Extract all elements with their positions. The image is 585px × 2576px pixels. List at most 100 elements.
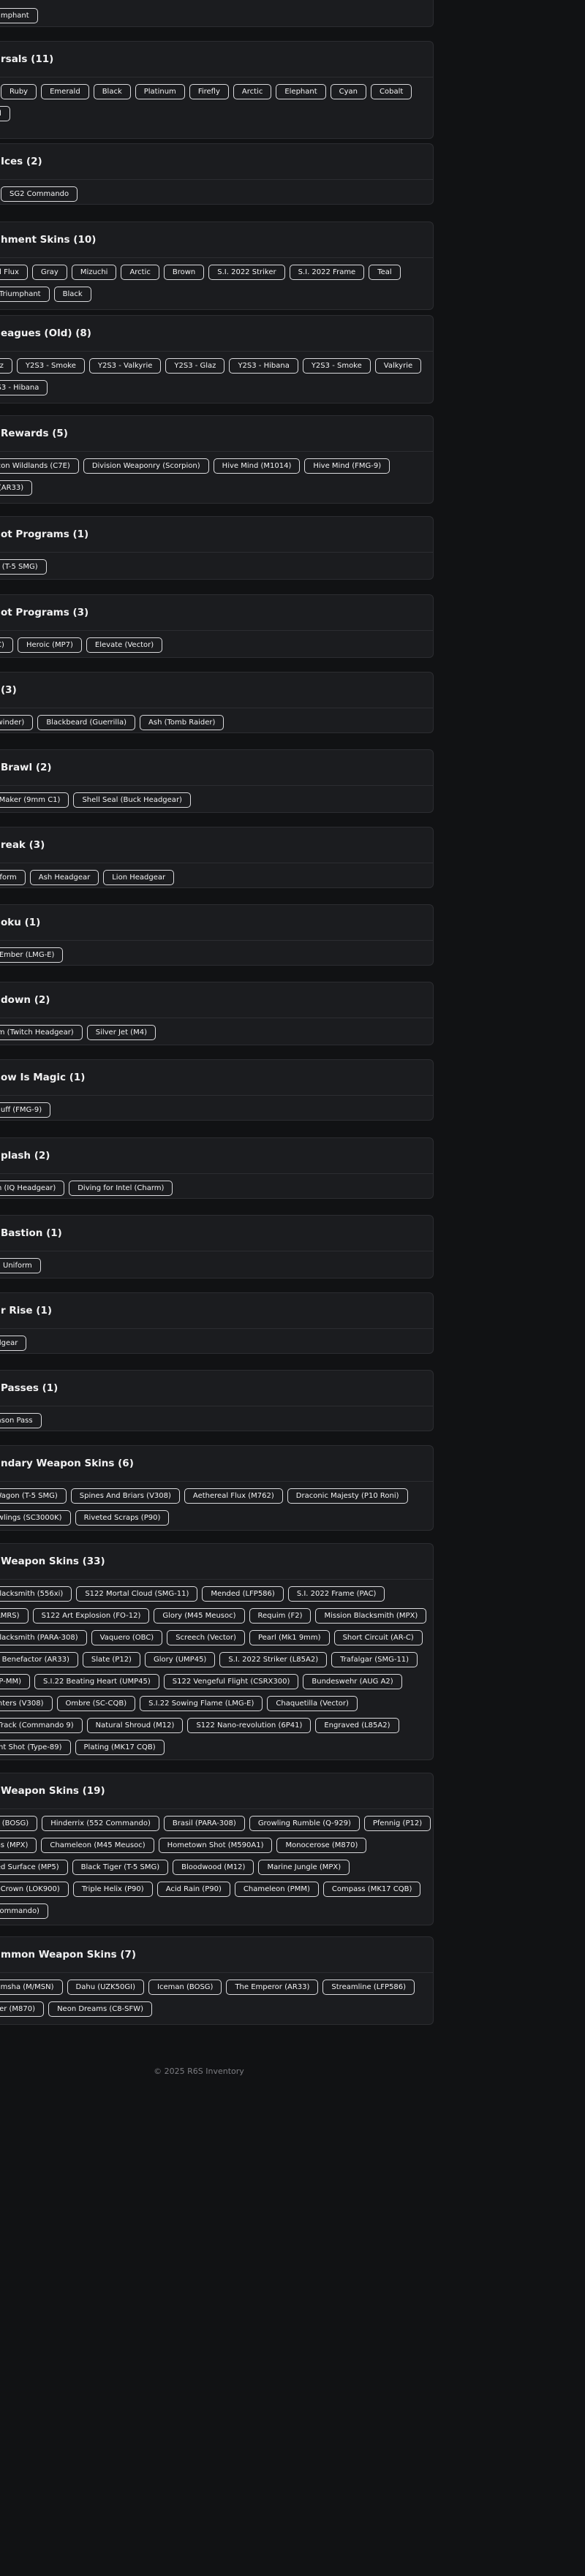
item-chip[interactable]: Chameleon (PMM) (234, 1882, 319, 1897)
item-chip[interactable]: SG2 Commando (1, 186, 78, 202)
item-chip[interactable]: ent Benefactor (AR33) (0, 1652, 78, 1667)
item-chip[interactable]: Teal (369, 265, 401, 280)
item-chip[interactable]: Uniform (0, 870, 26, 885)
item-chip[interactable]: Chameleon (M45 Meusoc) (41, 1838, 154, 1853)
item-chip[interactable]: The Emperor (AR33) (226, 1980, 319, 1995)
item-chip[interactable]: Ruby (1, 84, 37, 99)
item-chip[interactable]: Ash (Tomb Raider) (140, 715, 224, 730)
item-chip[interactable]: Spines And Briars (V308) (70, 1488, 180, 1504)
item-chip[interactable]: Brim (Twitch Headgear) (0, 1025, 83, 1040)
item-chip[interactable]: Cyan (330, 84, 367, 99)
item-chip[interactable]: S.I. 2022 Striker (208, 265, 285, 280)
item-chip[interactable]: Natural Shroud (M12) (86, 1718, 184, 1733)
item-chip[interactable]: Recon Wildlands (C7E) (0, 458, 79, 474)
item-chip[interactable]: lla (AR33) (0, 480, 33, 496)
item-chip[interactable]: S.I.22 Sowing Flame (LMG-E) (140, 1696, 263, 1711)
item-chip[interactable]: Black (53, 287, 91, 302)
item-chip[interactable]: S122 Mortal Cloud (SMG-11) (76, 1586, 198, 1602)
item-chip[interactable]: Engraved (L85A2) (315, 1718, 399, 1733)
item-chip[interactable]: PAC) (0, 637, 13, 653)
item-chip[interactable]: thyl (0, 106, 10, 121)
item-chip[interactable]: S.I. 2022 Frame (PAC) (287, 1586, 385, 1602)
item-chip[interactable]: Arctic (121, 265, 159, 280)
item-chip[interactable]: ness (MPX) (0, 1838, 37, 1853)
item-chip[interactable]: Riveted Scraps (P90) (75, 1510, 170, 1526)
item-chip[interactable]: Brown (163, 265, 205, 280)
item-chip[interactable]: Shell Seal (Buck Headgear) (73, 792, 191, 808)
item-chip[interactable]: Growling Rumble (Q-929) (249, 1816, 360, 1831)
item-chip[interactable]: Triumphant (0, 8, 38, 23)
item-chip[interactable]: Pearl (Mk1 9mm) (249, 1630, 330, 1645)
item-chip[interactable]: Diving for Intel (Charm) (69, 1181, 173, 1196)
item-chip[interactable]: Mizuchi (71, 265, 117, 280)
item-chip[interactable]: n Wagon (T-5 SMG) (0, 1488, 67, 1504)
item-chip[interactable]: Mission Blacksmith (MPX) (315, 1608, 427, 1624)
item-chip[interactable]: n Blacksmith (PARA-308) (0, 1630, 87, 1645)
item-chip[interactable]: Pfennig (P12) (363, 1816, 431, 1831)
item-chip[interactable]: Y2S3 - Hibana (229, 358, 298, 374)
item-chip[interactable]: Draconic Majesty (P10 Roni) (287, 1488, 408, 1504)
item-chip[interactable]: Y2S3 - Smoke (302, 358, 371, 374)
item-chip[interactable]: Plating (MK17 CQB) (75, 1740, 165, 1755)
item-chip[interactable]: Cobalt (371, 84, 412, 99)
item-chip[interactable]: ched Surface (MP5) (0, 1860, 68, 1875)
item-chip[interactable]: Hometown Shot (M590A1) (158, 1838, 273, 1853)
item-chip[interactable]: ejant Shot (Type-89) (0, 1740, 71, 1755)
item-chip[interactable]: Aethereal Flux (M762) (184, 1488, 283, 1504)
item-chip[interactable]: Hinderrix (552 Commando) (42, 1816, 159, 1831)
item-chip[interactable]: Glaz (0, 358, 12, 374)
item-chip[interactable]: Chaquetilla (Vector) (267, 1696, 358, 1711)
item-chip[interactable]: eadgear (0, 1336, 27, 1351)
item-chip[interactable]: dewinder) (0, 715, 34, 730)
item-chip[interactable]: Black (93, 84, 131, 99)
item-chip[interactable]: Iceman (BOSG) (148, 1980, 222, 1995)
item-chip[interactable]: Elephant (276, 84, 326, 99)
item-chip[interactable]: S122 Vengeful Flight (CSRX300) (163, 1674, 299, 1689)
item-chip[interactable]: Short Circuit (AR-C) (333, 1630, 423, 1645)
item-chip[interactable]: Black Tiger (T-5 SMG) (72, 1860, 169, 1875)
item-chip[interactable]: S.I.22 Beating Heart (UMP45) (34, 1674, 159, 1689)
item-chip[interactable]: n Blacksmith (556xi) (0, 1586, 72, 1602)
item-chip[interactable]: Valkyrie (374, 358, 422, 374)
item-chip[interactable]: Neon Dreams (C8-SFW) (48, 2001, 153, 2017)
item-chip[interactable]: Requim (F2) (249, 1608, 312, 1624)
item-chip[interactable]: Division Weaponry (Scorpion) (83, 458, 209, 474)
item-chip[interactable]: 2 Commando) (0, 1903, 48, 1919)
item-chip[interactable]: Lion Headgear (103, 870, 175, 885)
item-chip[interactable]: Marine Jungle (MPX) (258, 1860, 350, 1875)
item-chip[interactable]: Heroic (MP7) (17, 637, 82, 653)
item-chip[interactable]: Triple Helix (P90) (72, 1882, 153, 1897)
item-chip[interactable]: mber (M870) (0, 2001, 45, 2017)
item-chip[interactable]: e Fluff (FMG-9) (0, 1102, 51, 1118)
item-chip[interactable]: Compass (MK17 CQB) (322, 1882, 421, 1897)
item-chip[interactable]: rim (T-5 SMG) (0, 559, 47, 575)
item-chip[interactable]: lef Maker (9mm C1) (0, 792, 69, 808)
item-chip[interactable]: 22 Triumphant (0, 287, 50, 302)
item-chip[interactable]: aeli Uniform (0, 1258, 41, 1273)
item-chip[interactable]: Season Pass (0, 1413, 42, 1428)
item-chip[interactable]: ng Ember (LMG-E) (0, 947, 64, 963)
item-chip[interactable]: S122 Nano-revolution (6P41) (187, 1718, 312, 1733)
item-chip[interactable]: Hive Mind (M1014) (213, 458, 301, 474)
item-chip[interactable]: Trafalgar (SMG-11) (331, 1652, 418, 1667)
item-chip[interactable]: Y2S3 - Hibana (0, 380, 48, 395)
item-chip[interactable]: Brasil (PARA-308) (163, 1816, 245, 1831)
item-chip[interactable]: er Track (Commando 9) (0, 1718, 83, 1733)
item-chip[interactable]: Slate (P12) (82, 1652, 140, 1667)
item-chip[interactable]: Ombre (SC-CQB) (56, 1696, 136, 1711)
item-chip[interactable]: Y2S3 - Smoke (16, 358, 85, 374)
item-chip[interactable]: (CAMRS) (0, 1608, 29, 1624)
item-chip[interactable]: Acid Rain (P90) (156, 1882, 230, 1897)
item-chip[interactable]: Y2S3 - Glaz (165, 358, 225, 374)
item-chip[interactable]: S122 Art Explosion (FO-12) (32, 1608, 150, 1624)
item-chip[interactable]: Silver Jet (M4) (86, 1025, 156, 1040)
item-chip[interactable]: S.I. 2022 Frame (289, 265, 365, 280)
item-chip[interactable]: Glory (M45 Meusoc) (154, 1608, 245, 1624)
item-chip[interactable]: cal Crown (LOK900) (0, 1882, 69, 1897)
item-chip[interactable]: shamsha (M/MSN) (0, 1980, 63, 1995)
item-chip[interactable]: Vaquero (OBC) (91, 1630, 163, 1645)
item-chip[interactable]: Firefly (189, 84, 229, 99)
item-chip[interactable]: Emerald (41, 84, 89, 99)
item-chip[interactable]: Mended (LFP586) (202, 1586, 284, 1602)
item-chip[interactable]: Gray (31, 265, 67, 280)
